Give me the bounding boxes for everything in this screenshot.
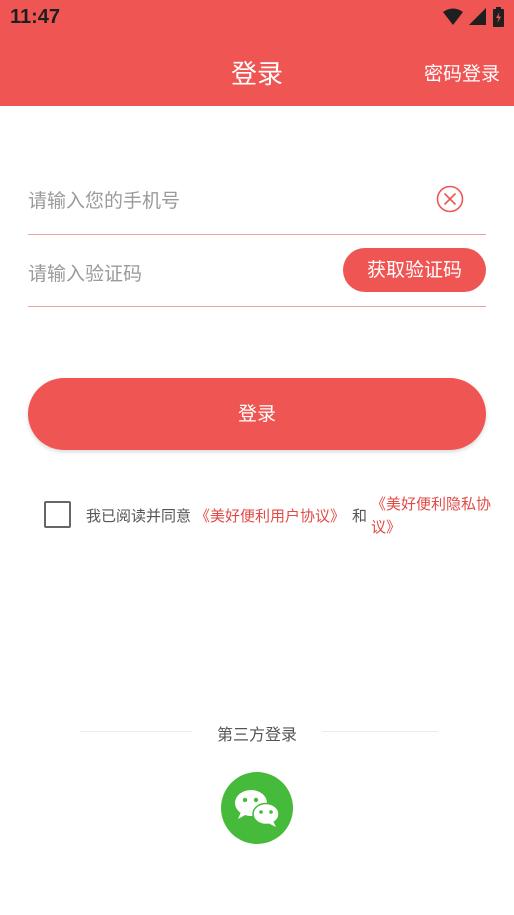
wifi-icon [443,8,463,25]
divider-right [322,731,438,732]
password-login-link[interactable]: 密码登录 [424,59,500,86]
agreement-and: 和 [352,507,368,525]
status-time: 11:47 [10,6,61,28]
clear-icon[interactable] [436,185,464,213]
phone-field[interactable]: 请输入您的手机号 [28,162,486,235]
battery-icon [493,7,504,27]
title-bar: 登录 密码登录 [0,40,514,100]
login-button[interactable]: 登录 [28,378,486,450]
privacy-policy-link[interactable]: 《美好便利隐私协议》 [371,493,491,539]
status-icons [443,7,504,27]
get-code-button[interactable]: 获取验证码 [343,248,486,292]
user-agreement-link[interactable]: 《美好便利用户协议》 [195,505,345,526]
code-field[interactable]: 请输入验证码 获取验证码 [28,235,486,307]
wechat-icon [235,790,280,827]
status-bar: 11:47 [0,0,514,36]
wechat-login-button[interactable] [221,772,293,844]
phone-input[interactable]: 请输入您的手机号 [28,186,180,213]
agreement-checkbox[interactable] [44,501,71,528]
third-party-login-label: 第三方登录 [216,725,297,744]
header: 11:47 登录 密码登录 [0,0,514,106]
code-input[interactable]: 请输入验证码 [28,259,142,286]
cellular-signal-icon [469,8,486,25]
agreement-prefix: 我已阅读并同意 [86,507,192,525]
